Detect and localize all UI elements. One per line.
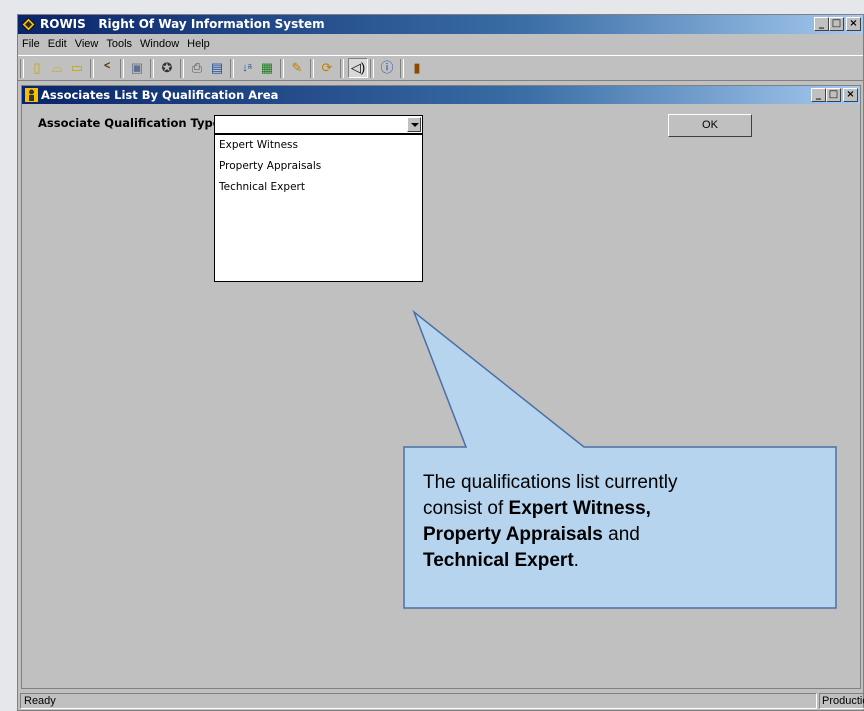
title-bar[interactable]: ROWIS Right Of Way Information System _ … bbox=[18, 15, 863, 34]
toolbar-separator bbox=[90, 59, 94, 78]
menu-tools[interactable]: Tools bbox=[102, 35, 136, 53]
report-icon[interactable]: ▤ bbox=[208, 59, 226, 77]
sound-icon[interactable]: ◁) bbox=[348, 58, 368, 78]
menu-edit[interactable]: Edit bbox=[44, 35, 71, 53]
toolbar-separator bbox=[120, 59, 124, 78]
associates-window: Associates List By Qualification Area _ … bbox=[21, 85, 861, 689]
toolbar-separator bbox=[280, 59, 284, 78]
status-bar: Ready Production bbox=[18, 692, 864, 710]
app-title: ROWIS Right Of Way Information System bbox=[40, 17, 325, 31]
folder-icon[interactable]: ▭ bbox=[68, 59, 86, 77]
toolbar-separator bbox=[400, 59, 404, 78]
toolbar: ▯ ⌓ ▭ ᑉ ▣ ✪ ⎙ ▤ ↓ᵃ ▦ ✎ ⟳ ◁) ⓘ ▮ bbox=[18, 55, 863, 81]
main-window: ROWIS Right Of Way Information System _ … bbox=[17, 14, 864, 711]
sort-icon[interactable]: ↓ᵃ bbox=[238, 59, 256, 77]
callout-line-4: Technical Expert. bbox=[423, 550, 579, 571]
child-window-title: Associates List By Qualification Area bbox=[41, 88, 279, 102]
option-property-appraisals[interactable]: Property Appraisals bbox=[215, 156, 422, 177]
callout-line-3: Property Appraisals and bbox=[423, 524, 640, 545]
exit-icon[interactable]: ▮ bbox=[408, 59, 426, 77]
option-expert-witness[interactable]: Expert Witness bbox=[215, 135, 422, 156]
dropdown-arrow-icon[interactable] bbox=[407, 117, 421, 132]
qualification-type-label: Associate Qualification Type: bbox=[38, 116, 226, 130]
callout-line-2: consist of Expert Witness, bbox=[423, 498, 651, 519]
binoculars-icon[interactable]: ᑉ bbox=[98, 59, 116, 77]
menu-bar: File Edit View Tools Window Help bbox=[18, 35, 863, 53]
status-text: Ready bbox=[20, 693, 817, 709]
environment-indicator: Production bbox=[819, 693, 864, 709]
rowis-logo-icon bbox=[22, 18, 35, 31]
callout-text: The qualifications list currently consis… bbox=[423, 470, 823, 574]
menu-view[interactable]: View bbox=[71, 35, 103, 53]
wizard-icon[interactable]: ✪ bbox=[158, 59, 176, 77]
menu-window[interactable]: Window bbox=[136, 35, 183, 53]
toolbar-separator bbox=[370, 59, 374, 78]
toolbar-separator bbox=[340, 59, 344, 78]
ok-button[interactable]: OK bbox=[668, 114, 752, 137]
toolbar-separator bbox=[310, 59, 314, 78]
maximize-button[interactable]: □ bbox=[829, 17, 844, 31]
option-technical-expert[interactable]: Technical Expert bbox=[215, 177, 422, 198]
help-icon[interactable]: ⓘ bbox=[378, 59, 396, 77]
child-maximize-button[interactable]: □ bbox=[826, 88, 841, 102]
minimize-button[interactable]: _ bbox=[814, 17, 829, 31]
child-title-bar[interactable]: Associates List By Qualification Area _ … bbox=[22, 86, 860, 104]
menu-help[interactable]: Help bbox=[183, 35, 214, 53]
toolbar-grip bbox=[20, 59, 24, 78]
child-minimize-button[interactable]: _ bbox=[811, 88, 826, 102]
save-icon[interactable]: ▣ bbox=[128, 59, 146, 77]
pencil-icon[interactable]: ✎ bbox=[288, 59, 306, 77]
new-icon[interactable]: ▯ bbox=[28, 59, 46, 77]
callout-line-1: The qualifications list currently bbox=[423, 472, 678, 493]
child-close-button[interactable]: × bbox=[843, 88, 858, 102]
close-button[interactable]: × bbox=[846, 17, 861, 31]
child-window-icon bbox=[25, 88, 38, 102]
toolbar-separator bbox=[230, 59, 234, 78]
menu-file[interactable]: File bbox=[18, 35, 44, 53]
qualification-type-combobox[interactable] bbox=[214, 115, 423, 134]
filter-icon[interactable]: ▦ bbox=[258, 59, 276, 77]
open-icon[interactable]: ⌓ bbox=[48, 59, 66, 77]
qualification-dropdown-list: Expert Witness Property Appraisals Techn… bbox=[214, 134, 423, 282]
toolbar-separator bbox=[180, 59, 184, 78]
refresh-icon[interactable]: ⟳ bbox=[318, 59, 336, 77]
toolbar-separator bbox=[150, 59, 154, 78]
print-icon[interactable]: ⎙ bbox=[188, 59, 206, 77]
